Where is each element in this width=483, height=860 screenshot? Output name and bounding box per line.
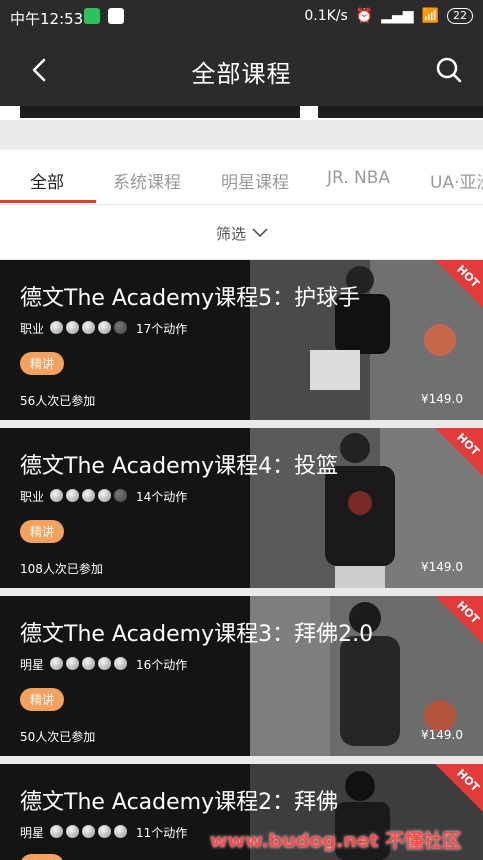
course-meta: 职业 17个动作 <box>20 320 187 337</box>
filter-bar[interactable]: 筛选 <box>0 205 483 259</box>
course-price: ¥149.0 <box>421 392 463 406</box>
basketball-icon <box>66 824 80 838</box>
wifi-icon: 📶 <box>421 8 439 24</box>
basketball-icon <box>50 488 64 502</box>
basketball-icon <box>114 320 128 334</box>
course-card[interactable]: HOT 德文The Academy课程5：护球手 职业 17个动作 精讲 56人… <box>0 260 483 420</box>
chevron-down-icon[interactable] <box>252 227 268 239</box>
course-meta: 职业 14个动作 <box>20 488 187 505</box>
basketball-icon <box>82 656 96 670</box>
basketball-icon <box>82 488 96 502</box>
rating-stars <box>50 656 130 673</box>
battery-indicator: 22 <box>447 8 473 24</box>
course-meta: 明星 16个动作 <box>20 656 187 673</box>
course-title: 德文The Academy课程4：投篮 <box>20 454 339 479</box>
category-tabs: 全部 系统课程 明星课程 JR. NBA UA·亚洲 <box>0 150 483 205</box>
course-level: 职业 <box>20 322 45 336</box>
status-time: 中午12:53 <box>10 10 84 28</box>
app-notification-icon <box>108 8 124 24</box>
course-title: 德文The Academy课程3：拜佛2.0 <box>20 622 374 647</box>
tab-ua-asia[interactable]: UA·亚洲 <box>430 168 483 193</box>
course-action-count: 14个动作 <box>136 490 188 504</box>
course-badge: 精讲 <box>20 520 65 543</box>
basketball-icon <box>66 320 80 334</box>
tab-all[interactable]: 全部 <box>30 168 64 193</box>
basketball-icon <box>98 320 112 334</box>
top-navigation-bar: 全部课程 <box>0 34 483 106</box>
status-right: 0.1K/s ⏰ ▂▄▆ 📶 22 <box>304 8 473 24</box>
page-title: 全部课程 <box>191 60 292 88</box>
course-meta: 明星 11个动作 <box>20 824 187 841</box>
participant-count: 50人次已参加 <box>20 730 96 744</box>
search-icon[interactable] <box>435 56 463 84</box>
tab-system-courses[interactable]: 系统课程 <box>113 168 181 193</box>
basketball-icon <box>66 656 80 670</box>
course-level: 职业 <box>20 490 45 504</box>
basketball-icon <box>66 488 80 502</box>
basketball-icon <box>82 824 96 838</box>
basketball-icon <box>98 824 112 838</box>
signal-icon: ▂▄▆ <box>381 8 414 24</box>
basketball-icon <box>82 320 96 334</box>
basketball-icon <box>50 320 64 334</box>
banner-image[interactable] <box>20 106 300 118</box>
course-card[interactable]: HOT 德文The Academy课程4：投篮 职业 14个动作 精讲 108人… <box>0 428 483 588</box>
basketball-icon <box>114 656 128 670</box>
course-badge: 精讲 <box>20 688 65 711</box>
basketball-icon <box>98 656 112 670</box>
participant-count: 56人次已参加 <box>20 394 96 408</box>
course-action-count: 16个动作 <box>136 658 188 672</box>
basketball-icon <box>50 824 64 838</box>
banner-carousel[interactable] <box>0 106 483 120</box>
course-badge: 精讲 <box>20 854 65 860</box>
watermark-text: www.budog.net 不懂社区 <box>210 830 462 852</box>
course-card[interactable]: HOT 德文The Academy课程3：拜佛2.0 明星 16个动作 精讲 5… <box>0 596 483 756</box>
course-title: 德文The Academy课程5：护球手 <box>20 286 361 311</box>
active-tab-indicator <box>0 200 96 203</box>
rating-stars <box>50 488 130 505</box>
app-notification-icon <box>84 8 100 24</box>
alarm-icon: ⏰ <box>355 8 374 24</box>
basketball-icon <box>114 488 128 502</box>
network-speed: 0.1K/s <box>304 8 348 24</box>
course-action-count: 17个动作 <box>136 322 188 336</box>
course-title: 德文The Academy课程2：拜佛 <box>20 790 339 815</box>
basketball-icon <box>50 656 64 670</box>
course-badge: 精讲 <box>20 352 65 375</box>
tab-star-courses[interactable]: 明星课程 <box>221 168 289 193</box>
course-price: ¥149.0 <box>421 560 463 574</box>
participant-count: 108人次已参加 <box>20 562 103 576</box>
filter-label[interactable]: 筛选 <box>216 223 246 244</box>
course-level: 明星 <box>20 658 45 672</box>
rating-stars <box>50 320 130 337</box>
status-bar: 中午12:53 0.1K/s ⏰ ▂▄▆ 📶 22 <box>0 0 483 34</box>
basketball-icon <box>114 824 128 838</box>
rating-stars <box>50 824 130 841</box>
course-action-count: 11个动作 <box>136 826 188 840</box>
banner-image[interactable] <box>318 106 483 118</box>
tab-jr-nba[interactable]: JR. NBA <box>327 168 390 188</box>
basketball-icon <box>98 488 112 502</box>
course-level: 明星 <box>20 826 45 840</box>
course-price: ¥149.0 <box>421 728 463 742</box>
